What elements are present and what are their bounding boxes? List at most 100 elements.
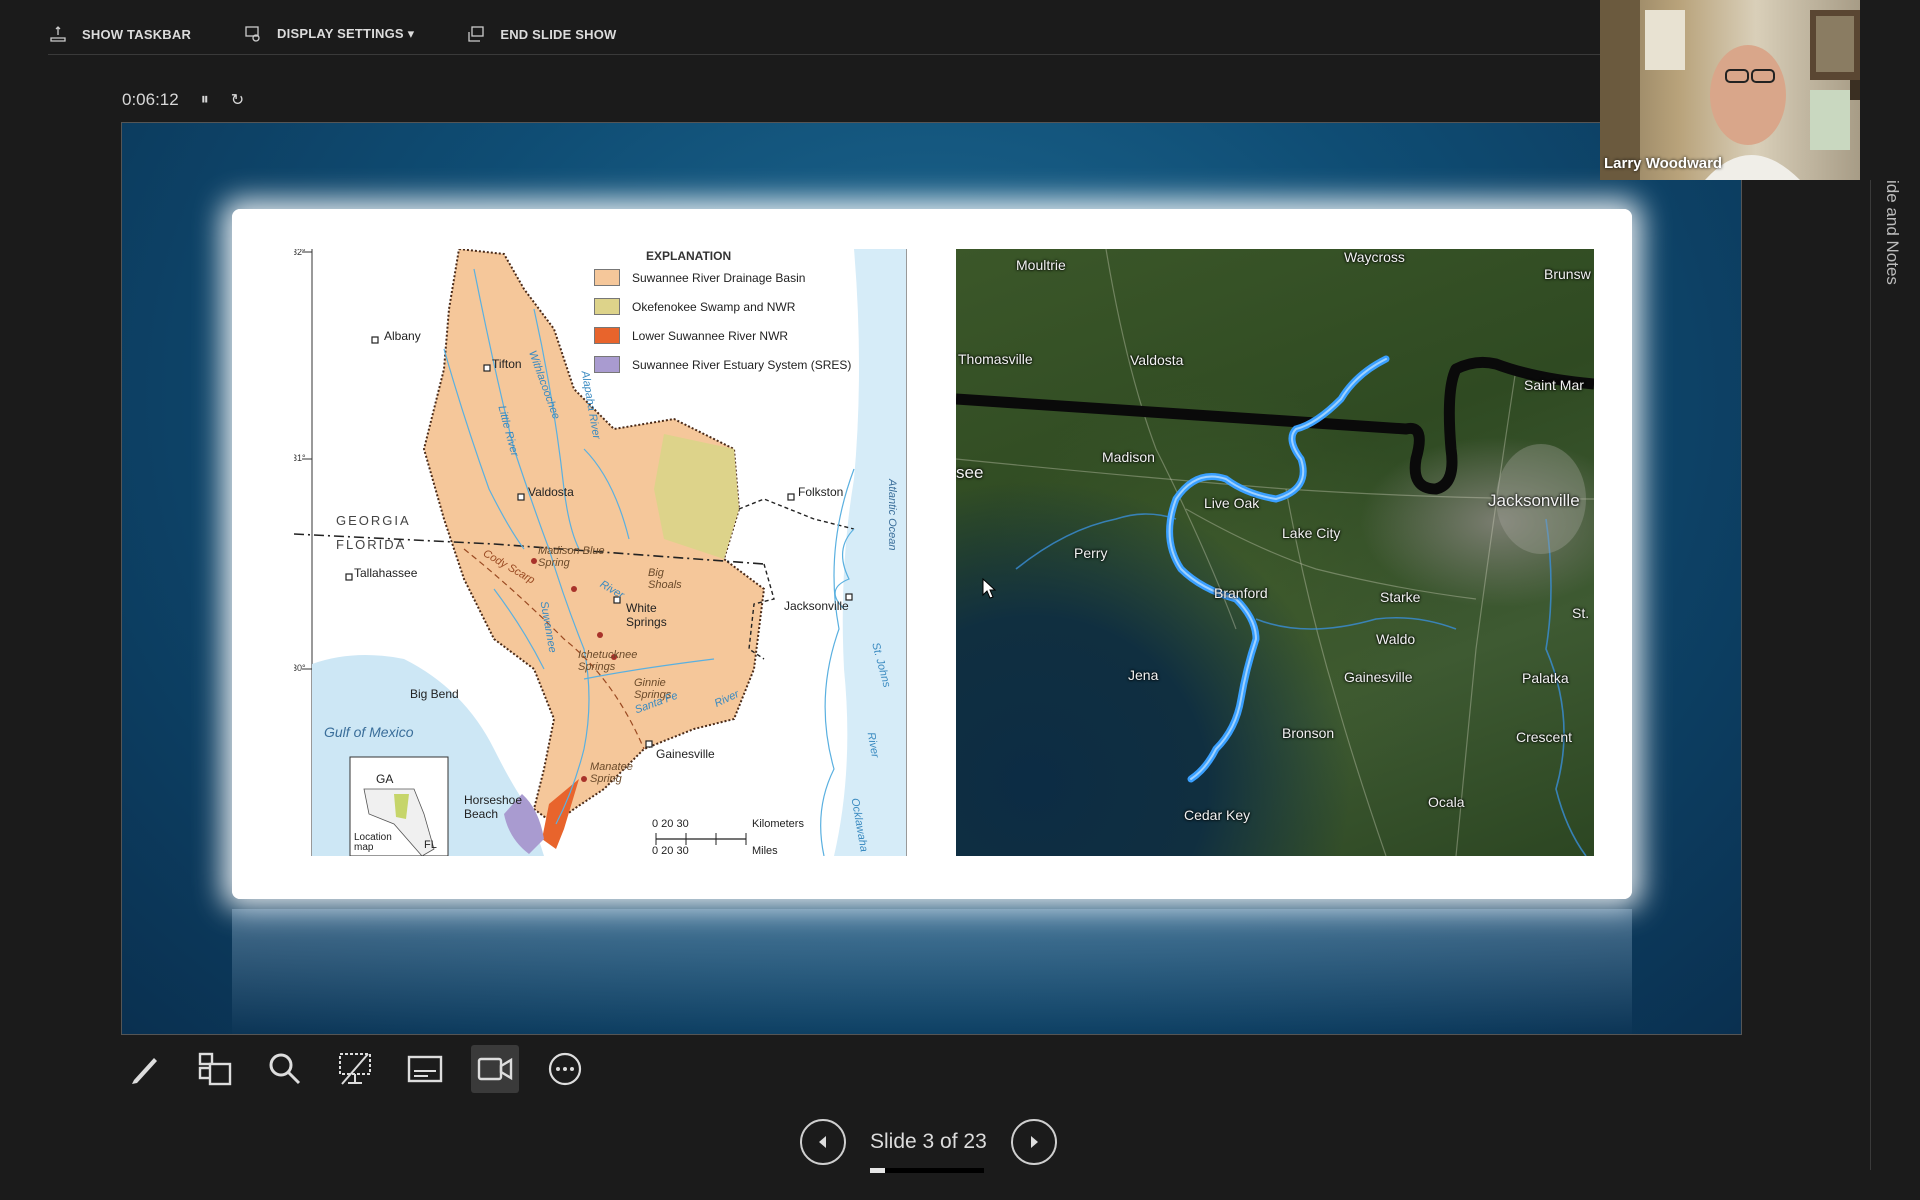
pen-icon [132, 1058, 157, 1084]
scale-km-unit: Kilometers [752, 818, 804, 830]
camera-toggle-button[interactable] [471, 1045, 519, 1093]
ocean-label: Atlantic Ocean [886, 479, 898, 551]
map-label: Jacksonville [1488, 491, 1580, 510]
town-label: White Springs [626, 601, 667, 629]
town-label: Albany [384, 329, 421, 343]
mouse-cursor-icon [982, 578, 997, 599]
gulf-label: Gulf of Mexico [324, 724, 414, 740]
legend-swatch-basin [594, 269, 620, 286]
presenter-toolbar: SHOW TASKBAR DISPLAY SETTINGS ▾ END SLID… [48, 14, 617, 54]
notes-pane-divider[interactable] [1870, 180, 1871, 1170]
map-label: Gainesville [1344, 669, 1413, 685]
state-label-florida: FLORIDA [336, 537, 407, 552]
map-label: Cedar Key [1184, 807, 1251, 823]
screen-blank-icon [339, 1053, 371, 1085]
legend-swatch-okefenokee [594, 298, 620, 315]
end-slideshow-icon [468, 26, 484, 42]
slideshow-timer: 0:06:12 ⏸ ↻ [122, 90, 244, 110]
taskbar-icon [50, 26, 66, 42]
display-settings-button[interactable]: DISPLAY SETTINGS ▾ [243, 24, 414, 44]
scale-mi-unit: Miles [752, 845, 778, 856]
pause-timer-button[interactable]: ⏸ [201, 91, 209, 109]
slide-counter-text: Slide 3 of 23 [870, 1130, 987, 1153]
subtitles-button[interactable] [401, 1045, 449, 1093]
restart-timer-button[interactable]: ↻ [231, 90, 244, 110]
spring-label: Manatee Spring [590, 761, 633, 785]
map-label: Perry [1074, 545, 1108, 561]
map-label: Waldo [1376, 631, 1416, 647]
state-label-georgia: GEORGIA [336, 513, 411, 528]
pen-tool-button[interactable] [121, 1045, 169, 1093]
zoom-button[interactable] [261, 1045, 309, 1093]
town-label: Tifton [492, 357, 522, 371]
town-label: Gainesville [656, 747, 715, 761]
map-label: St. [1572, 605, 1590, 621]
slide-progress-fill [870, 1168, 885, 1173]
map-label: Ocala [1428, 794, 1465, 810]
slide-content-card: EXPLANATION Suwannee River Drainage Basi… [232, 209, 1632, 899]
satellite-river-map: Moultrie Waycross Brunsw Thomasville Val… [956, 249, 1594, 856]
black-screen-button[interactable] [331, 1045, 379, 1093]
display-settings-label: DISPLAY SETTINGS ▾ [277, 26, 415, 41]
suwannee-basin-map: EXPLANATION Suwannee River Drainage Basi… [294, 249, 910, 856]
slides-grid-icon [198, 1052, 232, 1086]
town-label: Big Bend [410, 687, 459, 701]
map-label: Moultrie [1016, 257, 1066, 273]
inset-fl-label: FL [424, 839, 437, 851]
next-arrow-icon [1030, 1136, 1038, 1148]
show-taskbar-label: SHOW TASKBAR [82, 26, 192, 42]
map-label: Brunsw [1544, 266, 1591, 282]
toolbar-divider [48, 54, 1618, 55]
next-slide-button[interactable] [1010, 1119, 1057, 1165]
map-label: Lake City [1282, 525, 1341, 541]
latitude-label: 31° [294, 453, 306, 463]
map-label: Madison [1102, 449, 1155, 465]
map-label: Valdosta [1130, 352, 1184, 368]
subtitles-icon [407, 1055, 443, 1083]
map-label: Saint Mar [1524, 377, 1584, 393]
slide-and-notes-tab[interactable]: ide and Notes [1882, 180, 1902, 285]
town-label: Tallahassee [354, 566, 418, 580]
current-slide[interactable]: EXPLANATION Suwannee River Drainage Basi… [121, 122, 1742, 1035]
show-taskbar-button[interactable]: SHOW TASKBAR [48, 24, 191, 44]
map-label: Live Oak [1204, 495, 1260, 511]
previous-slide-button[interactable] [800, 1119, 846, 1165]
video-camera-icon [477, 1057, 513, 1081]
spring-label: Ichetucknee Springs [578, 649, 638, 673]
end-slide-show-label: END SLIDE SHOW [500, 26, 617, 42]
card-reflection [232, 909, 1632, 1034]
display-settings-icon [245, 26, 260, 42]
map-label: Waycross [1344, 249, 1405, 265]
participant-name: Larry Woodward [1604, 155, 1723, 172]
town-label: Valdosta [528, 485, 574, 499]
legend-label: Suwannee River Estuary System (SRES) [632, 357, 852, 372]
map-label: Bronson [1282, 725, 1335, 741]
legend-label: Suwannee River Drainage Basin [632, 270, 806, 285]
legend-swatch-estuary [594, 356, 620, 373]
satellite-map-graphic [956, 249, 1594, 856]
elapsed-time: 0:06:12 [122, 90, 179, 109]
more-options-button[interactable] [541, 1045, 589, 1093]
map-label: Crescent [1516, 729, 1573, 745]
legend-item: Okefenokee Swamp and NWR [594, 298, 910, 315]
map-label: Branford [1214, 585, 1268, 601]
latitude-label: 30° [294, 663, 306, 673]
presenter-webcam[interactable]: Larry Woodward [1600, 0, 1860, 180]
spring-label: Big Shoals [648, 567, 682, 591]
more-icon [548, 1052, 582, 1086]
map-label: Starke [1380, 589, 1421, 605]
legend-item: Lower Suwannee River NWR [594, 327, 910, 344]
inset-caption: Location map [354, 832, 392, 853]
see-all-slides-button[interactable] [191, 1045, 239, 1093]
slide-counter[interactable]: Slide 3 of 23 [870, 1130, 987, 1173]
legend-title: EXPLANATION [646, 249, 732, 263]
map-label: Jena [1128, 667, 1159, 683]
slide-progress-bar [870, 1168, 984, 1173]
spring-label: Madison Blue Spring [538, 545, 605, 569]
legend-label: Okefenokee Swamp and NWR [632, 299, 796, 314]
end-slide-show-button[interactable]: END SLIDE SHOW [466, 24, 616, 44]
map-label: Thomasville [958, 351, 1033, 367]
slide-navigation: Slide 3 of 23 [800, 1119, 1057, 1173]
town-label: Horseshoe Beach [464, 793, 523, 821]
slideshow-tools [121, 1045, 589, 1093]
